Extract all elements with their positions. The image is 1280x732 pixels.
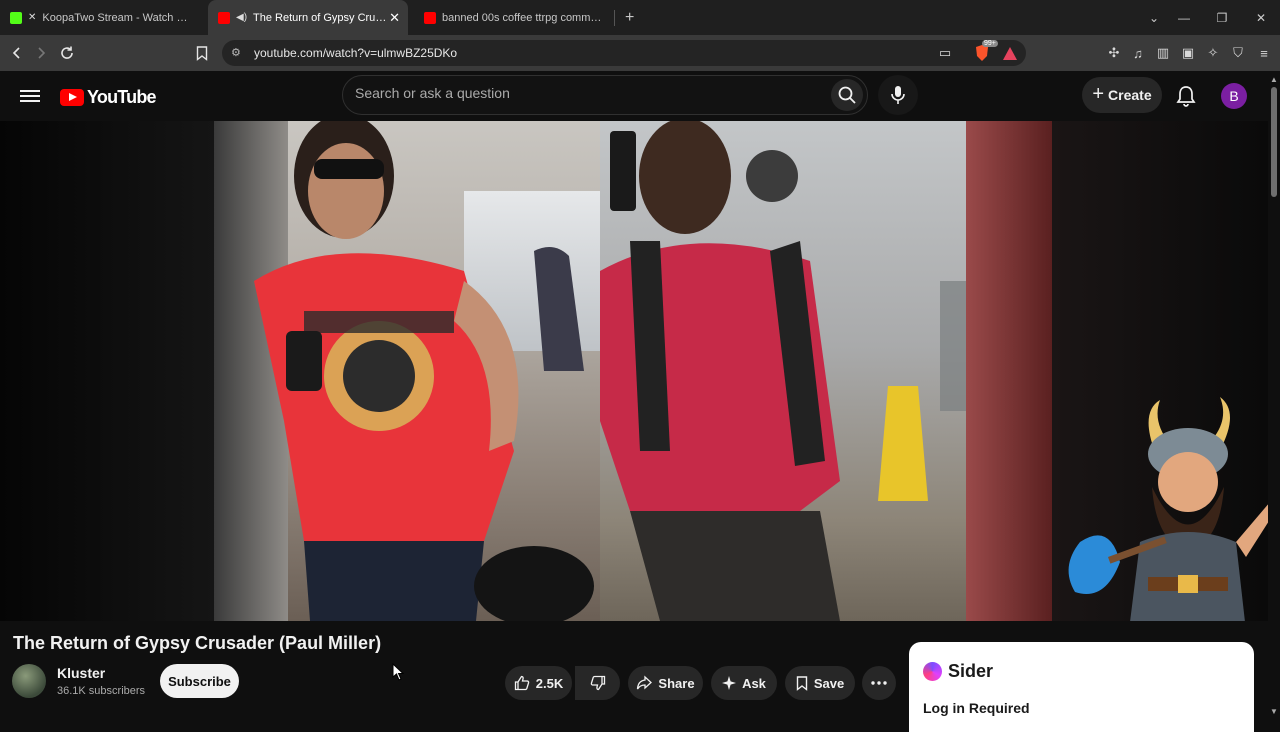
more-actions-button[interactable] <box>862 666 896 700</box>
save-label: Save <box>813 675 845 691</box>
extensions-puzzle-icon[interactable]: ✣ <box>1104 43 1124 63</box>
person-silhouette-left <box>254 121 594 621</box>
notifications-bell-icon[interactable] <box>1174 84 1198 108</box>
sidebar-toggle-icon[interactable]: ▥ <box>1153 43 1173 63</box>
plus-icon: + <box>1092 82 1105 105</box>
video-frame-right <box>600 121 1052 621</box>
youtube-masthead: YouTube + Create B <box>0 71 1268 121</box>
microphone-icon <box>891 86 905 104</box>
sider-panel: Sider Log in Required <box>909 642 1254 732</box>
tab-title: banned 00s coffee ttrpg commercial <box>442 11 604 24</box>
url-text[interactable]: youtube.com/watch?v=ulmwBZ25DKo <box>254 46 457 60</box>
back-button[interactable] <box>6 42 28 64</box>
tab-title: The Return of Gypsy Crusader <box>253 11 389 24</box>
youtube-logo[interactable]: YouTube <box>60 87 157 108</box>
subscriber-count: 36.1K subscribers <box>57 685 146 697</box>
maximize-button[interactable]: ❐ <box>1204 0 1240 35</box>
scrollbar-thumb[interactable] <box>1271 87 1277 197</box>
vpn-shield-icon[interactable]: ⛉ <box>1228 43 1248 63</box>
brave-rewards-icon[interactable] <box>1000 43 1020 63</box>
brave-shields-icon[interactable]: 99+ <box>972 40 998 63</box>
youtube-play-icon <box>60 89 84 106</box>
like-button[interactable]: 2.5K <box>505 666 572 700</box>
tab-divider <box>614 9 615 26</box>
sider-brand: Sider <box>923 661 993 682</box>
like-count: 2.5K <box>535 675 564 691</box>
scroll-down-arrow-icon[interactable]: ▼ <box>1270 707 1278 716</box>
sider-logo-icon <box>923 662 942 681</box>
dislike-button[interactable] <box>575 666 620 700</box>
share-label: Share <box>658 675 695 691</box>
search-input[interactable] <box>355 85 815 101</box>
youtube-icon <box>218 11 230 24</box>
youtube-icon <box>424 11 436 24</box>
browser-tab-bar: ✕ KoopaTwo Stream - Watch Live o ◀) The … <box>0 0 1280 35</box>
tab-title: KoopaTwo Stream - Watch Live o <box>42 11 190 24</box>
forward-button[interactable] <box>30 42 52 64</box>
video-title: The Return of Gypsy Crusader (Paul Mille… <box>13 633 382 653</box>
thumbs-down-icon <box>590 675 605 691</box>
person-silhouette-right <box>600 121 966 621</box>
save-bookmark-icon <box>796 675 808 691</box>
menu-icon[interactable]: ≡ <box>1254 43 1274 63</box>
speaker-icon[interactable]: ◀) <box>236 12 247 23</box>
subscribe-button[interactable]: Subscribe <box>160 664 239 698</box>
account-avatar[interactable]: B <box>1221 83 1247 109</box>
video-frame-left <box>214 121 600 621</box>
tab-koopatwo[interactable]: ✕ KoopaTwo Stream - Watch Live o <box>0 0 200 35</box>
scroll-up-arrow-icon[interactable]: ▲ <box>1270 75 1278 84</box>
thumbs-up-icon <box>514 675 530 691</box>
more-horizontal-icon <box>871 681 887 685</box>
bookmark-icon[interactable] <box>191 42 213 64</box>
minimize-button[interactable]: — <box>1166 0 1202 35</box>
logo-text: YouTube <box>87 87 157 107</box>
browser-toolbar: ⚙ youtube.com/watch?v=ulmwBZ25DKo ▭ 99+ … <box>0 35 1280 71</box>
sider-brand-text: Sider <box>948 661 994 681</box>
mouse-cursor-icon <box>392 663 404 681</box>
reload-button[interactable] <box>56 42 78 64</box>
close-tab-icon[interactable]: ✕ <box>389 10 400 26</box>
channel-name-link[interactable]: Kluster <box>57 665 105 681</box>
ask-label: Ask <box>742 675 766 691</box>
leo-ai-icon[interactable]: ✧ <box>1203 43 1223 63</box>
save-button[interactable]: Save <box>785 666 855 700</box>
extension-badge: 99+ <box>982 40 998 47</box>
close-window-button[interactable]: ✕ <box>1243 0 1279 35</box>
player-letterbox-left <box>0 121 214 621</box>
new-tab-button[interactable]: + <box>625 9 634 27</box>
page-scrollbar[interactable]: ▲ ▼ <box>1268 71 1280 720</box>
sider-login-required[interactable]: Log in Required <box>923 700 1030 716</box>
muted-speaker-icon[interactable]: ✕ <box>28 12 36 23</box>
ask-button[interactable]: Ask <box>711 666 777 700</box>
tab-coffee-commercial[interactable]: banned 00s coffee ttrpg commercial <box>414 0 614 35</box>
create-label: Create <box>1108 87 1152 103</box>
sparkle-icon <box>722 676 737 690</box>
viking-mascot-image <box>1068 397 1268 621</box>
search-icon <box>838 86 856 104</box>
media-music-icon[interactable]: ♫ <box>1128 43 1148 63</box>
create-button[interactable]: + Create <box>1082 77 1162 113</box>
site-settings-icon[interactable]: ⚙ <box>231 46 241 59</box>
search-button[interactable] <box>831 79 863 111</box>
video-player[interactable] <box>0 121 1268 621</box>
share-button[interactable]: Share <box>628 666 703 700</box>
voice-search-button[interactable] <box>878 75 918 115</box>
cast-icon[interactable]: ▭ <box>935 43 955 63</box>
address-bar[interactable]: ⚙ youtube.com/watch?v=ulmwBZ25DKo <box>222 40 1026 66</box>
kick-icon <box>10 11 22 24</box>
share-arrow-icon <box>637 675 653 690</box>
tab-gypsy-crusader[interactable]: ◀) The Return of Gypsy Crusader ✕ <box>208 0 408 35</box>
hamburger-menu-icon[interactable] <box>20 87 40 105</box>
search-box[interactable] <box>342 75 868 115</box>
wallet-icon[interactable]: ▣ <box>1178 43 1198 63</box>
channel-avatar[interactable] <box>12 664 46 698</box>
